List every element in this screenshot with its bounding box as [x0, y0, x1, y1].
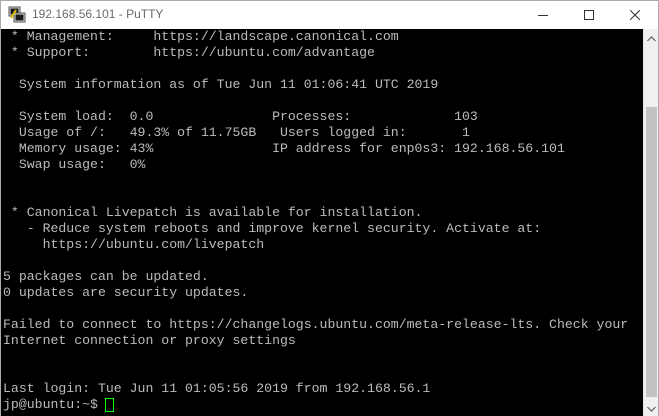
prompt-line[interactable]: jp@ubuntu:~$ [3, 397, 114, 413]
terminal-line: System information as of Tue Jun 11 01:0… [3, 77, 439, 92]
title-bar[interactable]: 192.168.56.101 - PuTTY [1, 1, 658, 29]
scroll-up-arrow-icon [647, 29, 656, 47]
terminal-line: * Canonical Livepatch is available for i… [3, 205, 423, 220]
close-button[interactable] [612, 1, 658, 29]
terminal-line: * Support: https://ubuntu.com/advantage [3, 45, 375, 60]
putty-icon[interactable] [8, 6, 26, 24]
terminal-line: - Reduce system reboots and improve kern… [3, 221, 542, 236]
close-icon [630, 10, 640, 20]
scroll-down-button[interactable] [644, 399, 659, 416]
scroll-thumb[interactable] [646, 107, 657, 397]
terminal-line: 0 updates are security updates. [3, 285, 249, 300]
putty-window: 192.168.56.101 - PuTTY * Management: htt… [0, 0, 659, 416]
terminal-line: Swap usage: 0% [3, 157, 146, 172]
terminal-screen[interactable]: * Management: https://landscape.canonica… [1, 29, 643, 416]
maximize-icon [584, 10, 594, 20]
vertical-scrollbar[interactable] [643, 29, 658, 416]
maximize-button[interactable] [566, 1, 612, 29]
terminal-line: Internet connection or proxy settings [3, 333, 296, 348]
minimize-button[interactable] [520, 1, 566, 29]
terminal-line: Memory usage: 43% IP address for enp0s3:… [3, 141, 565, 156]
terminal-line: https://ubuntu.com/livepatch [3, 237, 265, 252]
terminal-line: 5 packages can be updated. [3, 269, 209, 284]
terminal-line: System load: 0.0 Processes: 103 [3, 109, 478, 124]
text-cursor [104, 398, 114, 412]
scroll-up-button[interactable] [644, 29, 659, 46]
terminal-line: Failed to connect to https://changelogs.… [3, 317, 629, 332]
minimize-icon [538, 10, 548, 20]
scroll-down-arrow-icon [647, 399, 656, 416]
terminal-line: Last login: Tue Jun 11 01:05:56 2019 fro… [3, 381, 431, 396]
terminal-line: Usage of /: 49.3% of 11.75GB Users logge… [3, 125, 470, 140]
window-title: 192.168.56.101 - PuTTY [32, 7, 164, 21]
shell-prompt: jp@ubuntu:~$ [3, 397, 98, 412]
terminal-line: * Management: https://landscape.canonica… [3, 29, 399, 44]
